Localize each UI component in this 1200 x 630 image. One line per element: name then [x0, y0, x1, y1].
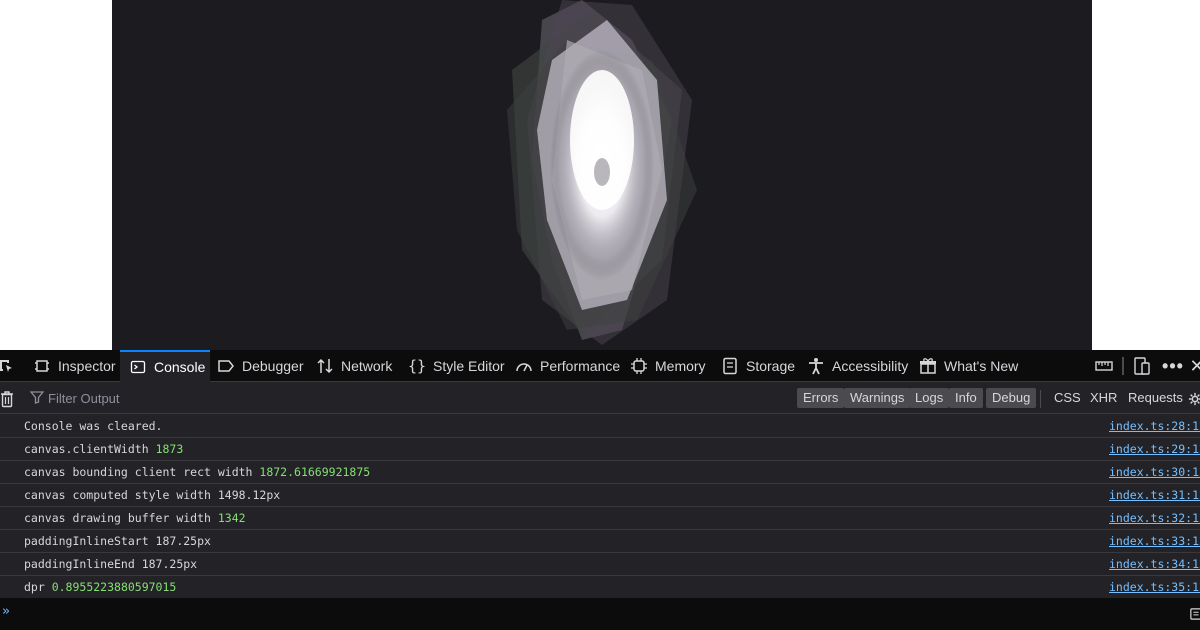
toolbar-separator [1040, 390, 1041, 408]
tab-label: Console [154, 359, 206, 375]
page-viewport [0, 0, 1200, 350]
close-icon[interactable]: ✕ [1189, 350, 1200, 382]
tab-label: Accessibility [832, 358, 909, 374]
source-link[interactable]: index.ts:30:12 [1109, 461, 1200, 483]
filter-xhr-button[interactable]: XHR [1084, 388, 1123, 408]
devtools-panel: Inspector Console Debugger Network {} St… [0, 350, 1200, 630]
tab-accessibility[interactable]: Accessibility [806, 350, 908, 382]
webgl-canvas[interactable] [112, 0, 1092, 350]
network-icon [315, 356, 335, 376]
filter-errors-button[interactable]: Errors [797, 388, 845, 408]
console-input[interactable]: » [0, 598, 1200, 630]
source-link[interactable]: index.ts:32:12 [1109, 507, 1200, 529]
toolbar-separator [1122, 357, 1124, 375]
message-text: Console was cleared. [24, 419, 163, 433]
editor-mode-icon[interactable] [1190, 598, 1200, 630]
more-options-icon[interactable]: ••• [1161, 350, 1185, 382]
tab-label: Inspector [58, 358, 116, 374]
inspector-icon [32, 356, 52, 376]
prompt-chevron-icon: » [2, 604, 10, 619]
filter-warnings-button[interactable]: Warnings [844, 388, 911, 408]
performance-icon [514, 356, 534, 376]
filter-icon [29, 390, 45, 407]
tab-memory[interactable]: Memory [629, 350, 706, 382]
console-output: Console was cleared. index.ts:28:12 canv… [0, 415, 1200, 599]
tab-storage[interactable]: Storage [720, 350, 795, 382]
devtools-tab-bar: Inspector Console Debugger Network {} St… [0, 350, 1200, 382]
tab-debugger[interactable]: Debugger [216, 350, 304, 382]
filter-css-button[interactable]: CSS [1048, 388, 1087, 408]
responsive-design-icon[interactable] [1132, 350, 1152, 382]
memory-icon [629, 356, 649, 376]
trash-icon[interactable] [0, 383, 16, 414]
message-text: paddingInlineEnd 187.25px [24, 557, 198, 571]
message-text: canvas bounding client rect width [24, 465, 260, 479]
source-link[interactable]: index.ts:35:12 [1109, 576, 1200, 598]
accessibility-icon [806, 356, 826, 376]
console-icon [128, 357, 148, 377]
console-message: paddingInlineEnd 187.25px index.ts:34:12 [0, 553, 1200, 576]
tab-inspector[interactable]: Inspector [32, 350, 116, 382]
debugger-icon [216, 356, 236, 376]
element-picker-icon[interactable] [0, 350, 16, 382]
filter-requests-button[interactable]: Requests [1122, 388, 1189, 408]
message-text: paddingInlineStart 187.25px [24, 534, 211, 548]
tab-label: What's New [944, 358, 1019, 374]
message-text: canvas computed style width 1498.12px [24, 488, 281, 502]
style-editor-icon: {} [407, 357, 427, 375]
tab-whats-new[interactable]: What's New [918, 350, 1018, 382]
console-message: canvas.clientWidth 1873 index.ts:29:12 [0, 438, 1200, 461]
console-settings-icon[interactable] [1188, 383, 1200, 414]
tab-label: Style Editor [433, 358, 505, 374]
source-link[interactable]: index.ts:34:12 [1109, 553, 1200, 575]
tab-label: Performance [540, 358, 621, 374]
tab-label: Debugger [242, 358, 304, 374]
message-value: 1872.61669921875 [259, 465, 371, 479]
filter-logs-button[interactable]: Logs [909, 388, 950, 408]
message-text: canvas drawing buffer width [24, 511, 218, 525]
tab-label: Memory [655, 358, 706, 374]
source-link[interactable]: index.ts:33:12 [1109, 530, 1200, 552]
whats-new-icon [918, 356, 938, 376]
tab-style-editor[interactable]: {} Style Editor [407, 350, 505, 382]
source-link[interactable]: index.ts:28:12 [1109, 415, 1200, 437]
message-value: 0.8955223880597015 [51, 580, 177, 594]
filter-input[interactable] [48, 390, 348, 406]
tab-performance[interactable]: Performance [514, 350, 620, 382]
console-toolbar: Errors Warnings Logs Info Debug CSS XHR … [0, 383, 1200, 414]
message-text: dpr [24, 580, 52, 594]
message-value: 1342 [217, 511, 246, 525]
console-message: canvas drawing buffer width 1342 index.t… [0, 507, 1200, 530]
tab-label: Network [341, 358, 393, 374]
console-message: Console was cleared. index.ts:28:12 [0, 415, 1200, 438]
filter-debug-button[interactable]: Debug [986, 388, 1037, 408]
source-link[interactable]: index.ts:31:12 [1109, 484, 1200, 506]
console-message: canvas computed style width 1498.12px in… [0, 484, 1200, 507]
canvas-render [507, 0, 697, 345]
tab-console[interactable]: Console [120, 350, 210, 382]
console-message: canvas bounding client rect width 1872.6… [0, 461, 1200, 484]
console-message: dpr 0.8955223880597015 index.ts:35:12 [0, 576, 1200, 599]
filter-output[interactable] [29, 387, 430, 409]
source-link[interactable]: index.ts:29:12 [1109, 438, 1200, 460]
storage-icon [720, 356, 740, 376]
tab-network[interactable]: Network [315, 350, 392, 382]
filter-info-button[interactable]: Info [949, 388, 983, 408]
console-message: paddingInlineStart 187.25px index.ts:33:… [0, 530, 1200, 553]
rulers-icon[interactable] [1094, 350, 1114, 382]
tab-label: Storage [746, 358, 796, 374]
message-text: canvas.clientWidth [24, 442, 156, 456]
message-value: 1873 [155, 442, 184, 456]
